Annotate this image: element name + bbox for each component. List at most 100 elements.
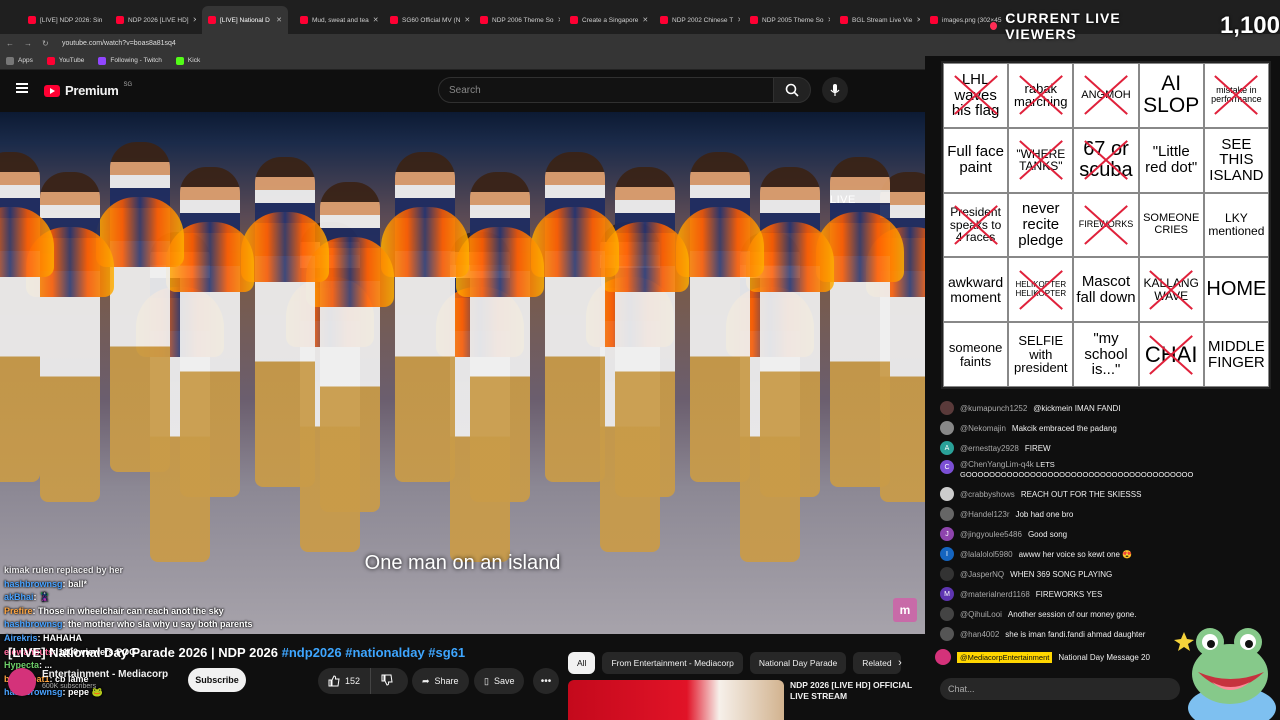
bookmark-youtube[interactable]: YouTube <box>46 56 84 65</box>
bookmark-apps[interactable]: Apps <box>6 56 33 65</box>
chat-message[interactable]: J @jingyoulee5486 Good song <box>940 524 1270 544</box>
bingo-cell: CHAI <box>1138 322 1204 387</box>
dislike-button[interactable] <box>371 674 403 688</box>
video-player[interactable]: LIVE One man on an island m <box>0 112 925 634</box>
overlay-chat-message: : HAHAHA <box>37 632 83 643</box>
chevron-right-icon: › <box>898 657 902 669</box>
chat-text: WHEN 369 SONG PLAYING <box>1010 569 1113 579</box>
chips-next-button[interactable]: › <box>890 652 910 674</box>
filter-chip[interactable]: From Entertainment - Mediacorp <box>602 652 743 674</box>
recommended-video-thumbnail[interactable] <box>568 680 784 720</box>
close-tab-icon[interactable]: ✕ <box>373 16 379 24</box>
chat-avatar: J <box>940 527 954 541</box>
close-tab-icon[interactable]: ✕ <box>193 16 196 24</box>
overlay-chat-message: kimak rulen replaced by her <box>4 565 124 575</box>
tab-label: Mud, sweat and tea <box>312 16 369 24</box>
channel-avatar[interactable] <box>8 668 36 696</box>
bookmark-twitch[interactable]: Following - Twitch <box>98 56 162 65</box>
search-button[interactable] <box>773 77 811 103</box>
bingo-cell: "WHERE TANKS" <box>1008 127 1074 193</box>
chat-message[interactable]: A @ernesttay2928 FIREW <box>940 438 1270 458</box>
browser-tab[interactable]: [LIVE] NDP 2026: Sin✕ <box>22 6 104 34</box>
back-icon[interactable]: ← <box>6 39 14 48</box>
save-button[interactable]: ▯ Save <box>474 668 525 694</box>
bingo-cell-text: HELIKOPTER HELIKOPTER <box>1015 280 1067 298</box>
chat-message[interactable]: @JasperNQ WHEN 369 SONG PLAYING <box>940 564 1270 584</box>
channel-name[interactable]: Entertainment - Mediacorp <box>42 669 168 680</box>
tab-favicon-icon <box>390 16 398 24</box>
bingo-cell: "my school is..." <box>1073 322 1139 387</box>
screen: [LIVE] NDP 2026: Sin✕NDP 2026 [LIVE HD]✕… <box>0 0 1280 720</box>
chat-text-cont: GOOOOOOOOOOOOOOOOOOOOOOOOOOOOOOOOOOOOOOO <box>960 470 1194 479</box>
browser-nav-buttons[interactable]: ← → ↻ <box>0 39 56 48</box>
chat-text: Another session of our money gone. <box>1007 609 1137 619</box>
search-icon <box>785 83 799 97</box>
menu-icon[interactable] <box>16 83 28 93</box>
logo-region: SG <box>123 81 133 88</box>
tab-favicon-icon <box>480 16 488 24</box>
chat-user: @kumapunch1252 <box>960 403 1028 413</box>
browser-tab[interactable]: NDP 2002 Chinese T✕ <box>654 6 740 34</box>
chat-message[interactable]: M @materialnerd1168 FIREWORKS YES <box>940 584 1270 604</box>
browser-tab[interactable]: NDP 2006 Theme So ✕ <box>474 6 560 34</box>
filter-chip[interactable]: National Day Parade <box>749 652 847 674</box>
close-tab-icon[interactable]: ✕ <box>276 16 282 24</box>
chat-avatar <box>940 487 954 501</box>
bookmark-kick[interactable]: Kick <box>175 56 200 65</box>
filter-chip[interactable]: All <box>568 652 596 674</box>
chat-message[interactable]: @Nekomajin Makcik embraced the padang <box>940 418 1270 438</box>
chat-avatar <box>940 401 954 415</box>
chat-input[interactable]: Chat... <box>940 678 1180 700</box>
chat-message[interactable]: C @ChenYangLim-q4k LETS GOOOOOOOOOOOOOOOOO… <box>940 458 1270 484</box>
browser-tab[interactable]: Create a Singapore ✕ <box>564 6 650 34</box>
video-hashtags[interactable]: #ndp2026 #nationalday #sg61 <box>282 645 466 660</box>
bingo-cell-text: LHL waves his flag <box>951 70 1000 120</box>
chat-avatar <box>940 627 954 641</box>
apps-icon <box>6 56 14 65</box>
close-tab-icon[interactable]: ✕ <box>828 16 830 24</box>
chat-message[interactable]: @kumapunch1252 @kickmein IMAN FANDI <box>940 398 1270 418</box>
tab-label: SG60 Official MV (N <box>402 16 461 24</box>
more-options-button[interactable]: ••• <box>533 668 559 694</box>
forward-icon[interactable]: → <box>24 39 32 48</box>
thumbs-up-icon <box>328 675 340 687</box>
browser-tab[interactable]: NDP 2005 Theme So ✕ <box>744 6 830 34</box>
subscribe-button[interactable]: Subscribe <box>188 668 246 692</box>
close-tab-icon[interactable]: ✕ <box>558 16 560 24</box>
browser-tab[interactable]: SG60 Official MV (N ✕ <box>384 6 470 34</box>
tab-favicon-icon <box>660 16 668 24</box>
search-input[interactable]: Search <box>438 77 774 103</box>
like-button[interactable]: 152 <box>318 668 372 694</box>
browser-tab[interactable]: BGL Stream Live Vie ✕ <box>834 6 920 34</box>
bingo-cell: awkward moment <box>943 257 1009 323</box>
close-tab-icon[interactable]: ✕ <box>642 16 648 24</box>
url-text[interactable]: youtube.com/watch?v=boas8a81sq4 <box>62 40 176 47</box>
pinned-message[interactable]: @MediacorpEntertainment National Day Mes… <box>935 646 1175 668</box>
microphone-icon <box>830 84 840 96</box>
tab-favicon-icon <box>930 16 938 24</box>
bingo-cell: President speaks to 4 races <box>943 192 1009 258</box>
recommended-video-title[interactable]: NDP 2026 [LIVE HD] OFFICIAL LIVE STREAM <box>790 680 920 702</box>
youtube-logo[interactable]: Premium SG <box>44 81 133 98</box>
frog-mascot-icon <box>1174 628 1276 720</box>
browser-tab[interactable]: Mud, sweat and tea ✕ <box>294 6 380 34</box>
chat-message[interactable]: @Handel123r Job had one bro <box>940 504 1270 524</box>
share-button[interactable]: ➦ Share <box>412 668 469 694</box>
tab-label: NDP 2005 Theme So <box>762 16 824 24</box>
close-tab-icon[interactable]: ✕ <box>737 16 740 24</box>
chat-user: @jingyoulee5486 <box>960 529 1022 539</box>
chat-message[interactable]: @crabbyshows REACH OUT FOR THE SKIESSS <box>940 484 1270 504</box>
voice-search-button[interactable] <box>822 77 848 103</box>
chat-text: REACH OUT FOR THE SKIESSS <box>1020 489 1142 499</box>
browser-tab[interactable]: NDP 2026 [LIVE HD] ✕ <box>110 6 196 34</box>
video-title: [LIVE] National Day Parade 2026 | NDP 20… <box>8 645 466 660</box>
close-tab-icon[interactable]: ✕ <box>916 16 920 24</box>
chat-avatar: I <box>940 547 954 561</box>
reload-icon[interactable]: ↻ <box>42 39 49 48</box>
bingo-cell: LHL waves his flag <box>943 63 1009 128</box>
bingo-cell: KALLANG WAVE <box>1138 257 1204 323</box>
close-tab-icon[interactable]: ✕ <box>464 16 470 24</box>
tab-favicon-icon <box>750 16 758 24</box>
chat-message[interactable]: I @lalalolol5980 awww her voice so kewt on… <box>940 544 1270 564</box>
browser-tab[interactable]: [LIVE] National D ✕ <box>202 6 288 34</box>
